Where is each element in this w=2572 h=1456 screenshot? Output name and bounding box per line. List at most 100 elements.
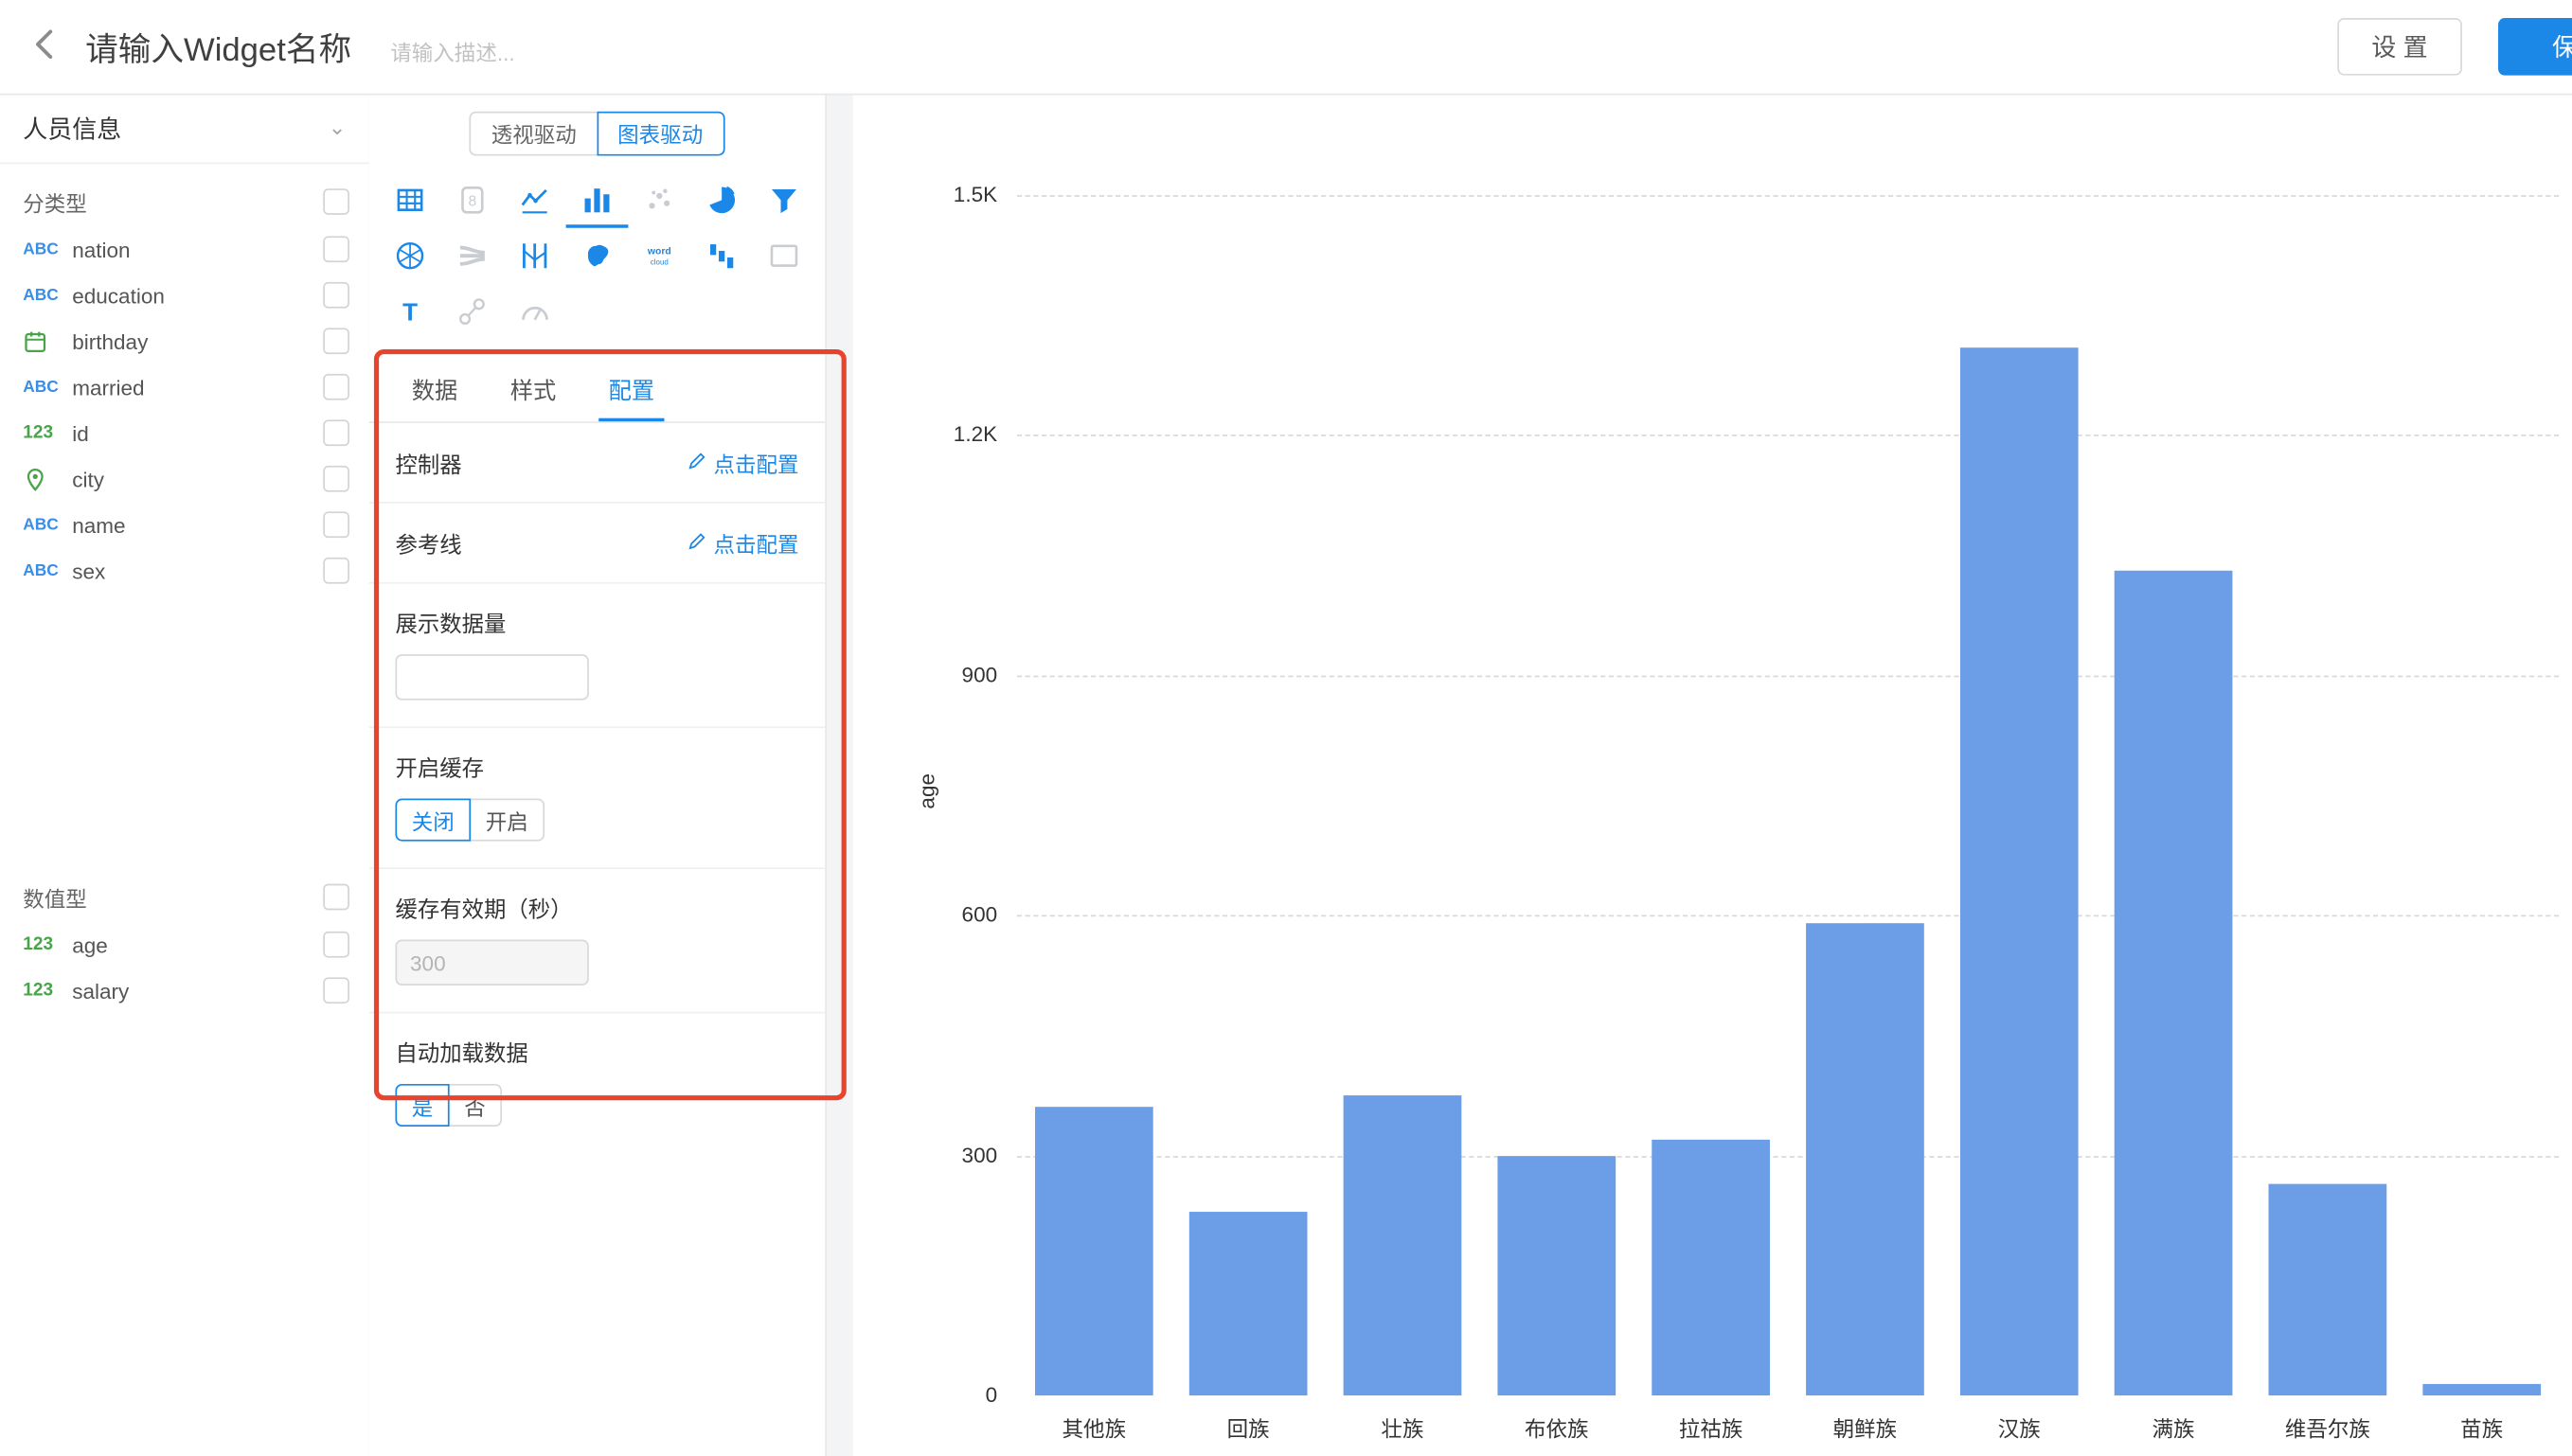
tab-数据[interactable]: 数据	[402, 359, 467, 421]
tab-样式[interactable]: 样式	[500, 359, 565, 421]
location-pin-icon	[23, 467, 72, 491]
bar-chart-icon[interactable]	[566, 172, 629, 228]
autoload-option[interactable]: 否	[448, 1084, 502, 1127]
gridline	[1017, 1155, 2559, 1157]
drive-mode-button[interactable]: 图表驱动	[597, 112, 724, 156]
field-checkbox[interactable]	[323, 511, 349, 538]
table-icon[interactable]	[379, 172, 441, 228]
bar-其他族[interactable]	[1035, 1108, 1153, 1395]
string-type-badge: ABC	[23, 561, 72, 579]
reference-configure-link[interactable]: 点击配置	[688, 527, 799, 559]
field-item-nation[interactable]: ABCnation	[0, 226, 369, 272]
controller-configure-link[interactable]: 点击配置	[688, 447, 799, 478]
gridline	[1017, 675, 2559, 677]
autoload-toggle: 是否	[395, 1084, 798, 1127]
cache-option[interactable]: 开启	[469, 799, 545, 842]
scatter-icon	[628, 172, 690, 228]
parallel-icon[interactable]	[504, 228, 566, 284]
chevron-down-icon: ⌄	[329, 115, 347, 141]
text-icon[interactable]: T	[379, 284, 441, 340]
dataset-selector[interactable]: 人员信息 ⌄	[0, 94, 369, 164]
gridline	[1017, 195, 2559, 197]
field-item-sex[interactable]: ABCsex	[0, 548, 369, 594]
map-icon[interactable]	[566, 228, 629, 284]
field-item-married[interactable]: ABCmarried	[0, 364, 369, 410]
calendar-icon	[23, 328, 72, 353]
radar-icon[interactable]	[379, 228, 441, 284]
bar-chart: 03006009001.2K1.5K其他族回族壮族布依族拉祜族朝鲜族汉族满族维吾…	[853, 94, 2572, 1456]
section-checkbox[interactable]	[323, 884, 349, 911]
bar-维吾尔族[interactable]	[2269, 1183, 2387, 1395]
autoload-option[interactable]: 是	[395, 1084, 449, 1127]
field-checkbox[interactable]	[323, 977, 349, 1003]
drive-mode-button[interactable]: 透视驱动	[470, 112, 598, 156]
drive-mode-toggle: 透视驱动图表驱动	[369, 112, 826, 156]
bar-壮族[interactable]	[1344, 1095, 1462, 1395]
numeric-section: 数值型 123age123salary	[0, 872, 369, 1013]
autoload-block: 自动加载数据 是否	[369, 1013, 826, 1152]
bar-汉族[interactable]	[1960, 347, 2079, 1395]
field-checkbox[interactable]	[323, 236, 349, 262]
field-sidebar: 人员信息 ⌄ 分类型 ABCnationABCeducationbirthday…	[0, 94, 370, 1456]
svg-text:T: T	[402, 298, 418, 327]
string-type-badge: ABC	[23, 378, 72, 396]
field-checkbox[interactable]	[323, 328, 349, 354]
field-checkbox[interactable]	[323, 374, 349, 400]
tab-config-active[interactable]: 配置	[598, 359, 664, 421]
field-name: birthday	[72, 328, 323, 353]
x-tick-label: 满族	[2097, 1412, 2251, 1443]
number-type-badge: 123	[23, 423, 72, 443]
settings-button[interactable]: 设 置	[2337, 18, 2462, 76]
svg-text:word: word	[647, 246, 671, 257]
bar-拉祜族[interactable]	[1652, 1140, 1770, 1395]
configure-link-label: 点击配置	[713, 447, 798, 478]
controller-row: 控制器 点击配置	[369, 423, 826, 504]
back-button[interactable]	[23, 25, 68, 70]
gridline	[1017, 435, 2559, 437]
save-button[interactable]: 保 存	[2498, 18, 2572, 76]
categorical-section: 分类型 ABCnationABCeducationbirthdayABCmarr…	[0, 177, 369, 594]
field-checkbox[interactable]	[323, 466, 349, 492]
bar-朝鲜族[interactable]	[1806, 923, 1924, 1395]
bar-满族[interactable]	[2115, 571, 2233, 1395]
field-name: age	[72, 932, 323, 957]
funnel-icon[interactable]	[753, 172, 815, 228]
field-item-name[interactable]: ABCname	[0, 502, 369, 547]
section-label: 数值型	[23, 881, 323, 913]
reference-line-row: 参考线 点击配置	[369, 504, 826, 584]
display-limit-label: 展示数据量	[395, 605, 798, 638]
x-tick-label: 其他族	[1017, 1412, 1171, 1443]
chart-type-grid: 8wordcloudT	[369, 156, 819, 340]
field-checkbox[interactable]	[323, 932, 349, 958]
waterfall-icon[interactable]	[690, 228, 753, 284]
pie-chart-icon[interactable]	[690, 172, 753, 228]
field-name: married	[72, 375, 323, 400]
relation-icon	[441, 284, 504, 340]
field-checkbox[interactable]	[323, 282, 349, 309]
widget-description-input[interactable]: 请输入描述...	[390, 36, 514, 67]
chart-editor-panel: 透视驱动图表驱动 8wordcloudT 数据样式配置 控制器 点击配置 参考线…	[369, 94, 827, 1456]
field-checkbox[interactable]	[323, 558, 349, 584]
field-item-city[interactable]: city	[0, 456, 369, 502]
cache-option[interactable]: 关闭	[395, 799, 471, 842]
bar-回族[interactable]	[1189, 1212, 1308, 1395]
wordcloud-icon[interactable]: wordcloud	[628, 228, 690, 284]
field-item-id[interactable]: 123id	[0, 410, 369, 455]
field-item-education[interactable]: ABCeducation	[0, 273, 369, 318]
field-name: nation	[72, 237, 323, 261]
bar-布依族[interactable]	[1497, 1155, 1616, 1395]
cache-block: 开启缓存 关闭开启	[369, 728, 826, 869]
x-tick-label: 拉祜族	[1634, 1412, 1788, 1443]
field-item-salary[interactable]: 123salary	[0, 968, 369, 1013]
line-chart-icon[interactable]	[504, 172, 566, 228]
field-item-birthday[interactable]: birthday	[0, 318, 369, 364]
bar-苗族[interactable]	[2422, 1383, 2541, 1395]
display-limit-input[interactable]	[395, 654, 588, 700]
field-checkbox[interactable]	[323, 419, 349, 446]
sankey-icon	[441, 228, 504, 284]
section-checkbox[interactable]	[323, 188, 349, 215]
string-type-badge: ABC	[23, 286, 72, 304]
gridline	[1017, 915, 2559, 917]
widget-name-input[interactable]: 请输入Widget名称	[85, 23, 351, 70]
field-item-age[interactable]: 123age	[0, 921, 369, 967]
